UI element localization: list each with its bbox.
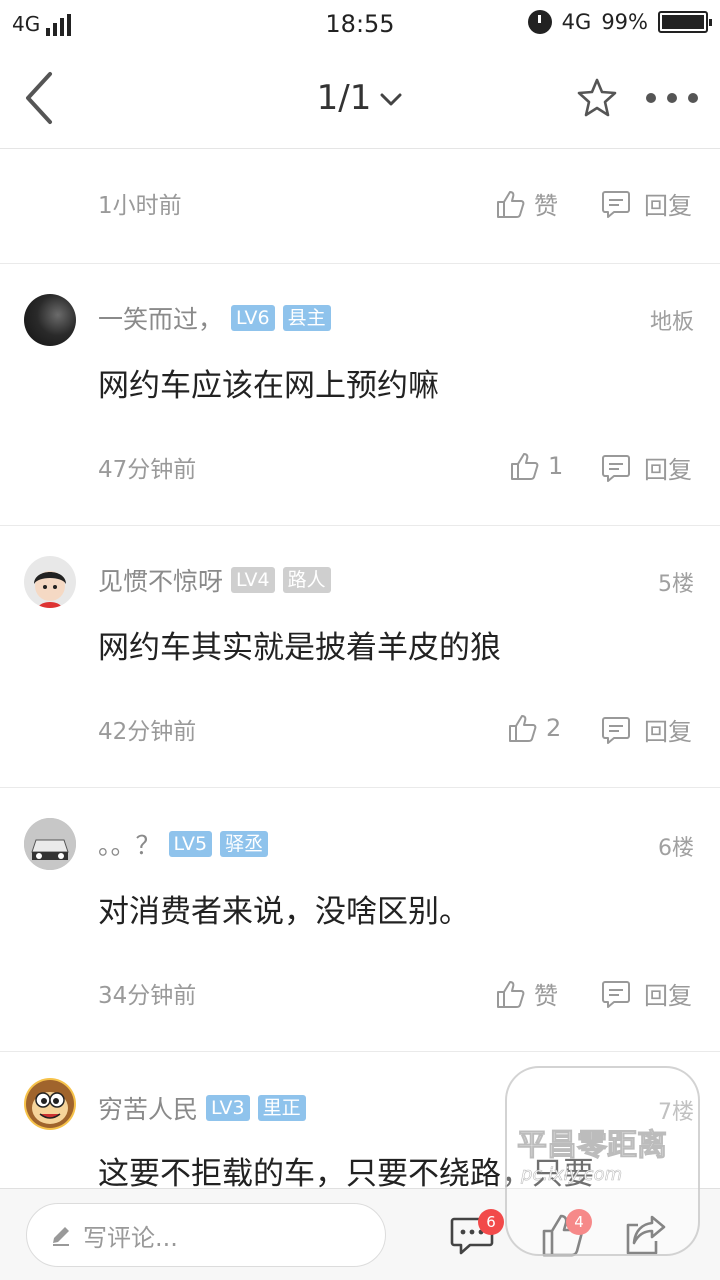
comment-item: 。。？ LV5 驿丞 6楼 对消费者来说，没啥区别。 34分钟前 赞 回复 xyxy=(0,788,720,1052)
battery-icon xyxy=(658,11,712,33)
like-button[interactable]: 赞 xyxy=(494,976,558,1011)
watermark: 平昌零距离 pc.ixiy.com xyxy=(505,1066,700,1256)
comment-time: 47分钟前 xyxy=(98,457,197,483)
reply-label: 回复 xyxy=(644,456,692,484)
reply-icon xyxy=(602,980,630,1008)
like-count: 2 xyxy=(546,714,562,742)
like-label: 赞 xyxy=(534,982,558,1010)
like-label: 赞 xyxy=(534,192,558,220)
thumbs-up-icon xyxy=(497,980,525,1008)
comment-placeholder: 写评论... xyxy=(83,1223,178,1252)
like-button[interactable]: 赞 xyxy=(494,186,558,221)
user-name[interactable]: 见惯不惊呀 xyxy=(98,562,223,598)
reply-icon xyxy=(602,716,630,744)
status-right: 4G 99% xyxy=(527,10,712,34)
comment-header: 。。？ LV5 驿丞 xyxy=(98,826,269,862)
avatar-image xyxy=(34,571,66,608)
reply-button[interactable]: 回复 xyxy=(600,450,692,485)
user-name[interactable]: 。。？ xyxy=(98,826,161,862)
battery-percent: 99% xyxy=(601,10,648,34)
comment-item: 一笑而过， LV6 县主 地板 网约车应该在网上预约嘛 47分钟前 1 回复 xyxy=(0,264,720,526)
avatar[interactable] xyxy=(24,1078,76,1130)
comment-item: 见惯不惊呀 LV4 路人 5楼 网约车其实就是披着羊皮的狼 42分钟前 2 回复 xyxy=(0,526,720,788)
comment-header: 一笑而过， LV6 县主 xyxy=(98,300,331,336)
avatar[interactable] xyxy=(24,818,76,870)
comment-time: 34分钟前 xyxy=(98,983,197,1009)
comment-text: 网约车其实就是披着羊皮的狼 xyxy=(98,630,501,666)
avatar-image xyxy=(24,818,76,870)
level-badge: LV6 xyxy=(231,305,275,331)
comment-text: 网约车应该在网上预约嘛 xyxy=(98,368,439,404)
like-count: 1 xyxy=(548,452,564,480)
alarm-icon xyxy=(527,10,552,34)
floor-label: 5楼 xyxy=(658,572,694,597)
page-indicator: 1/1 xyxy=(316,78,372,118)
comment-header: 见惯不惊呀 LV4 路人 xyxy=(98,562,331,598)
reply-button[interactable]: 回复 xyxy=(600,712,692,747)
title-badge: 县主 xyxy=(282,305,331,331)
avatar[interactable] xyxy=(24,556,76,608)
thumbs-up-icon xyxy=(509,715,537,742)
comment-time: 42分钟前 xyxy=(98,719,197,745)
network-type-right: 4G xyxy=(561,10,592,34)
like-button[interactable]: 1 xyxy=(508,450,563,482)
status-bar: 4G 18:55 4G 99% xyxy=(0,0,720,50)
title-badge: 驿丞 xyxy=(220,831,269,857)
reply-button[interactable]: 回复 xyxy=(600,976,692,1011)
title-badge: 里正 xyxy=(257,1095,306,1121)
more-icon[interactable] xyxy=(646,90,698,106)
like-button[interactable]: 2 xyxy=(506,712,561,744)
floor-label: 6楼 xyxy=(658,836,694,861)
reply-button[interactable]: 回复 xyxy=(600,186,692,221)
nav-bar: 1/1 xyxy=(0,50,720,149)
watermark-text: 平昌零距离 xyxy=(517,1128,668,1164)
pencil-icon xyxy=(53,1227,69,1246)
comment-input[interactable]: 写评论... xyxy=(26,1203,386,1267)
comment-text: 对消费者来说，没啥区别。 xyxy=(98,894,470,930)
floor-label: 地板 xyxy=(649,310,694,335)
avatar-image xyxy=(26,1080,74,1128)
reply-icon xyxy=(602,454,630,482)
reply-label: 回复 xyxy=(644,718,692,746)
user-name[interactable]: 穷苦人民 xyxy=(98,1090,198,1126)
star-icon[interactable] xyxy=(575,76,619,120)
watermark-sub: pc.ixiy.com xyxy=(521,1164,623,1186)
thumbs-up-icon xyxy=(511,453,539,480)
comment-time: 1小时前 xyxy=(98,193,182,219)
thumbs-up-icon xyxy=(497,190,525,218)
chevron-down-icon xyxy=(380,93,402,105)
reply-icon xyxy=(602,190,630,218)
avatar[interactable] xyxy=(24,294,76,346)
reply-label: 回复 xyxy=(644,192,692,220)
comment-header: 穷苦人民 LV3 里正 xyxy=(98,1090,306,1126)
reply-label: 回复 xyxy=(644,982,692,1010)
user-name[interactable]: 一笑而过， xyxy=(98,300,223,336)
title-badge: 路人 xyxy=(282,567,331,593)
comment-count-badge: 6 xyxy=(478,1209,504,1235)
level-badge: LV4 xyxy=(231,567,275,593)
level-badge: LV5 xyxy=(168,831,213,857)
comment-partial: 1小时前 赞 回复 xyxy=(0,150,720,264)
level-badge: LV3 xyxy=(206,1095,250,1121)
